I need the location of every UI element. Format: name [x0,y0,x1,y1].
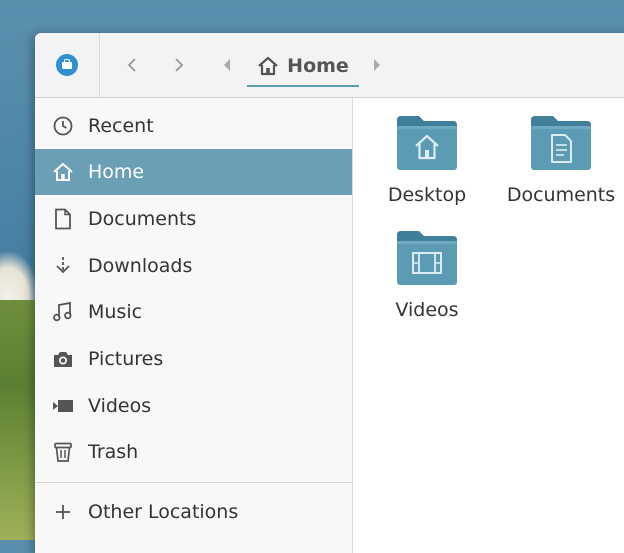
sidebar-item-downloads[interactable]: Downloads [35,243,352,289]
camera-icon [51,347,75,371]
music-icon [51,300,75,324]
sidebar-item-label: Home [88,161,145,183]
file-manager-window: Home Recent Home Documents Downloads Mus… [35,33,624,553]
plus-icon [51,500,75,524]
file-name: Videos [395,299,459,321]
chevron-right-icon [175,58,184,72]
sidebar-item-trash[interactable]: Trash [35,429,352,475]
breadcrumb-scroll-left[interactable] [217,55,237,75]
sidebar-item-label: Other Locations [88,501,239,523]
back-button[interactable] [119,51,147,79]
document-icon [51,207,75,231]
sidebar-item-label: Recent [88,115,154,137]
file-item-desktop[interactable]: Desktop [362,112,492,206]
folder-videos-icon [397,231,457,285]
sidebar-item-music[interactable]: Music [35,289,352,335]
wallpaper-trees [0,300,40,540]
breadcrumb-scroll-right[interactable] [367,55,387,75]
places-sidebar: Recent Home Documents Downloads Music Pi… [35,98,353,553]
chevron-left-icon [127,58,136,72]
file-item-videos[interactable]: Videos [362,227,492,321]
triangle-right-icon [374,59,380,71]
sidebar-item-label: Videos [88,395,152,417]
folder-desktop-icon [397,116,457,170]
breadcrumb-home[interactable]: Home [247,47,359,87]
header-bar: Home [35,33,624,98]
trash-icon [51,440,75,464]
triangle-left-icon [224,59,230,71]
sidebar-item-label: Downloads [88,255,193,277]
sidebar-item-other-locations[interactable]: Other Locations [35,489,352,535]
sidebar-item-label: Music [88,301,143,323]
file-name: Documents [506,184,616,206]
forward-button[interactable] [164,51,192,79]
sidebar-item-label: Pictures [88,348,164,370]
file-item-documents[interactable]: Documents [496,112,624,206]
files-app-icon [56,54,78,76]
sidebar-item-pictures[interactable]: Pictures [35,336,352,382]
home-icon [51,160,75,184]
home-icon [258,56,278,76]
sidebar-item-home[interactable]: Home [35,149,352,195]
folder-documents-icon [531,116,591,170]
sidebar-item-label: Documents [88,208,197,230]
video-icon [51,394,75,418]
breadcrumb-label: Home [287,55,349,77]
sidebar-item-label: Trash [88,441,139,463]
sidebar-item-documents[interactable]: Documents [35,196,352,242]
download-icon [51,254,75,278]
file-name: Desktop [387,184,467,206]
sidebar-item-videos[interactable]: Videos [35,383,352,429]
file-view: Desktop Documents Videos [353,98,624,553]
sidebar-separator [35,482,352,483]
app-menu-button[interactable] [35,33,100,97]
sidebar-item-recent[interactable]: Recent [35,103,352,149]
clock-icon [51,114,75,138]
